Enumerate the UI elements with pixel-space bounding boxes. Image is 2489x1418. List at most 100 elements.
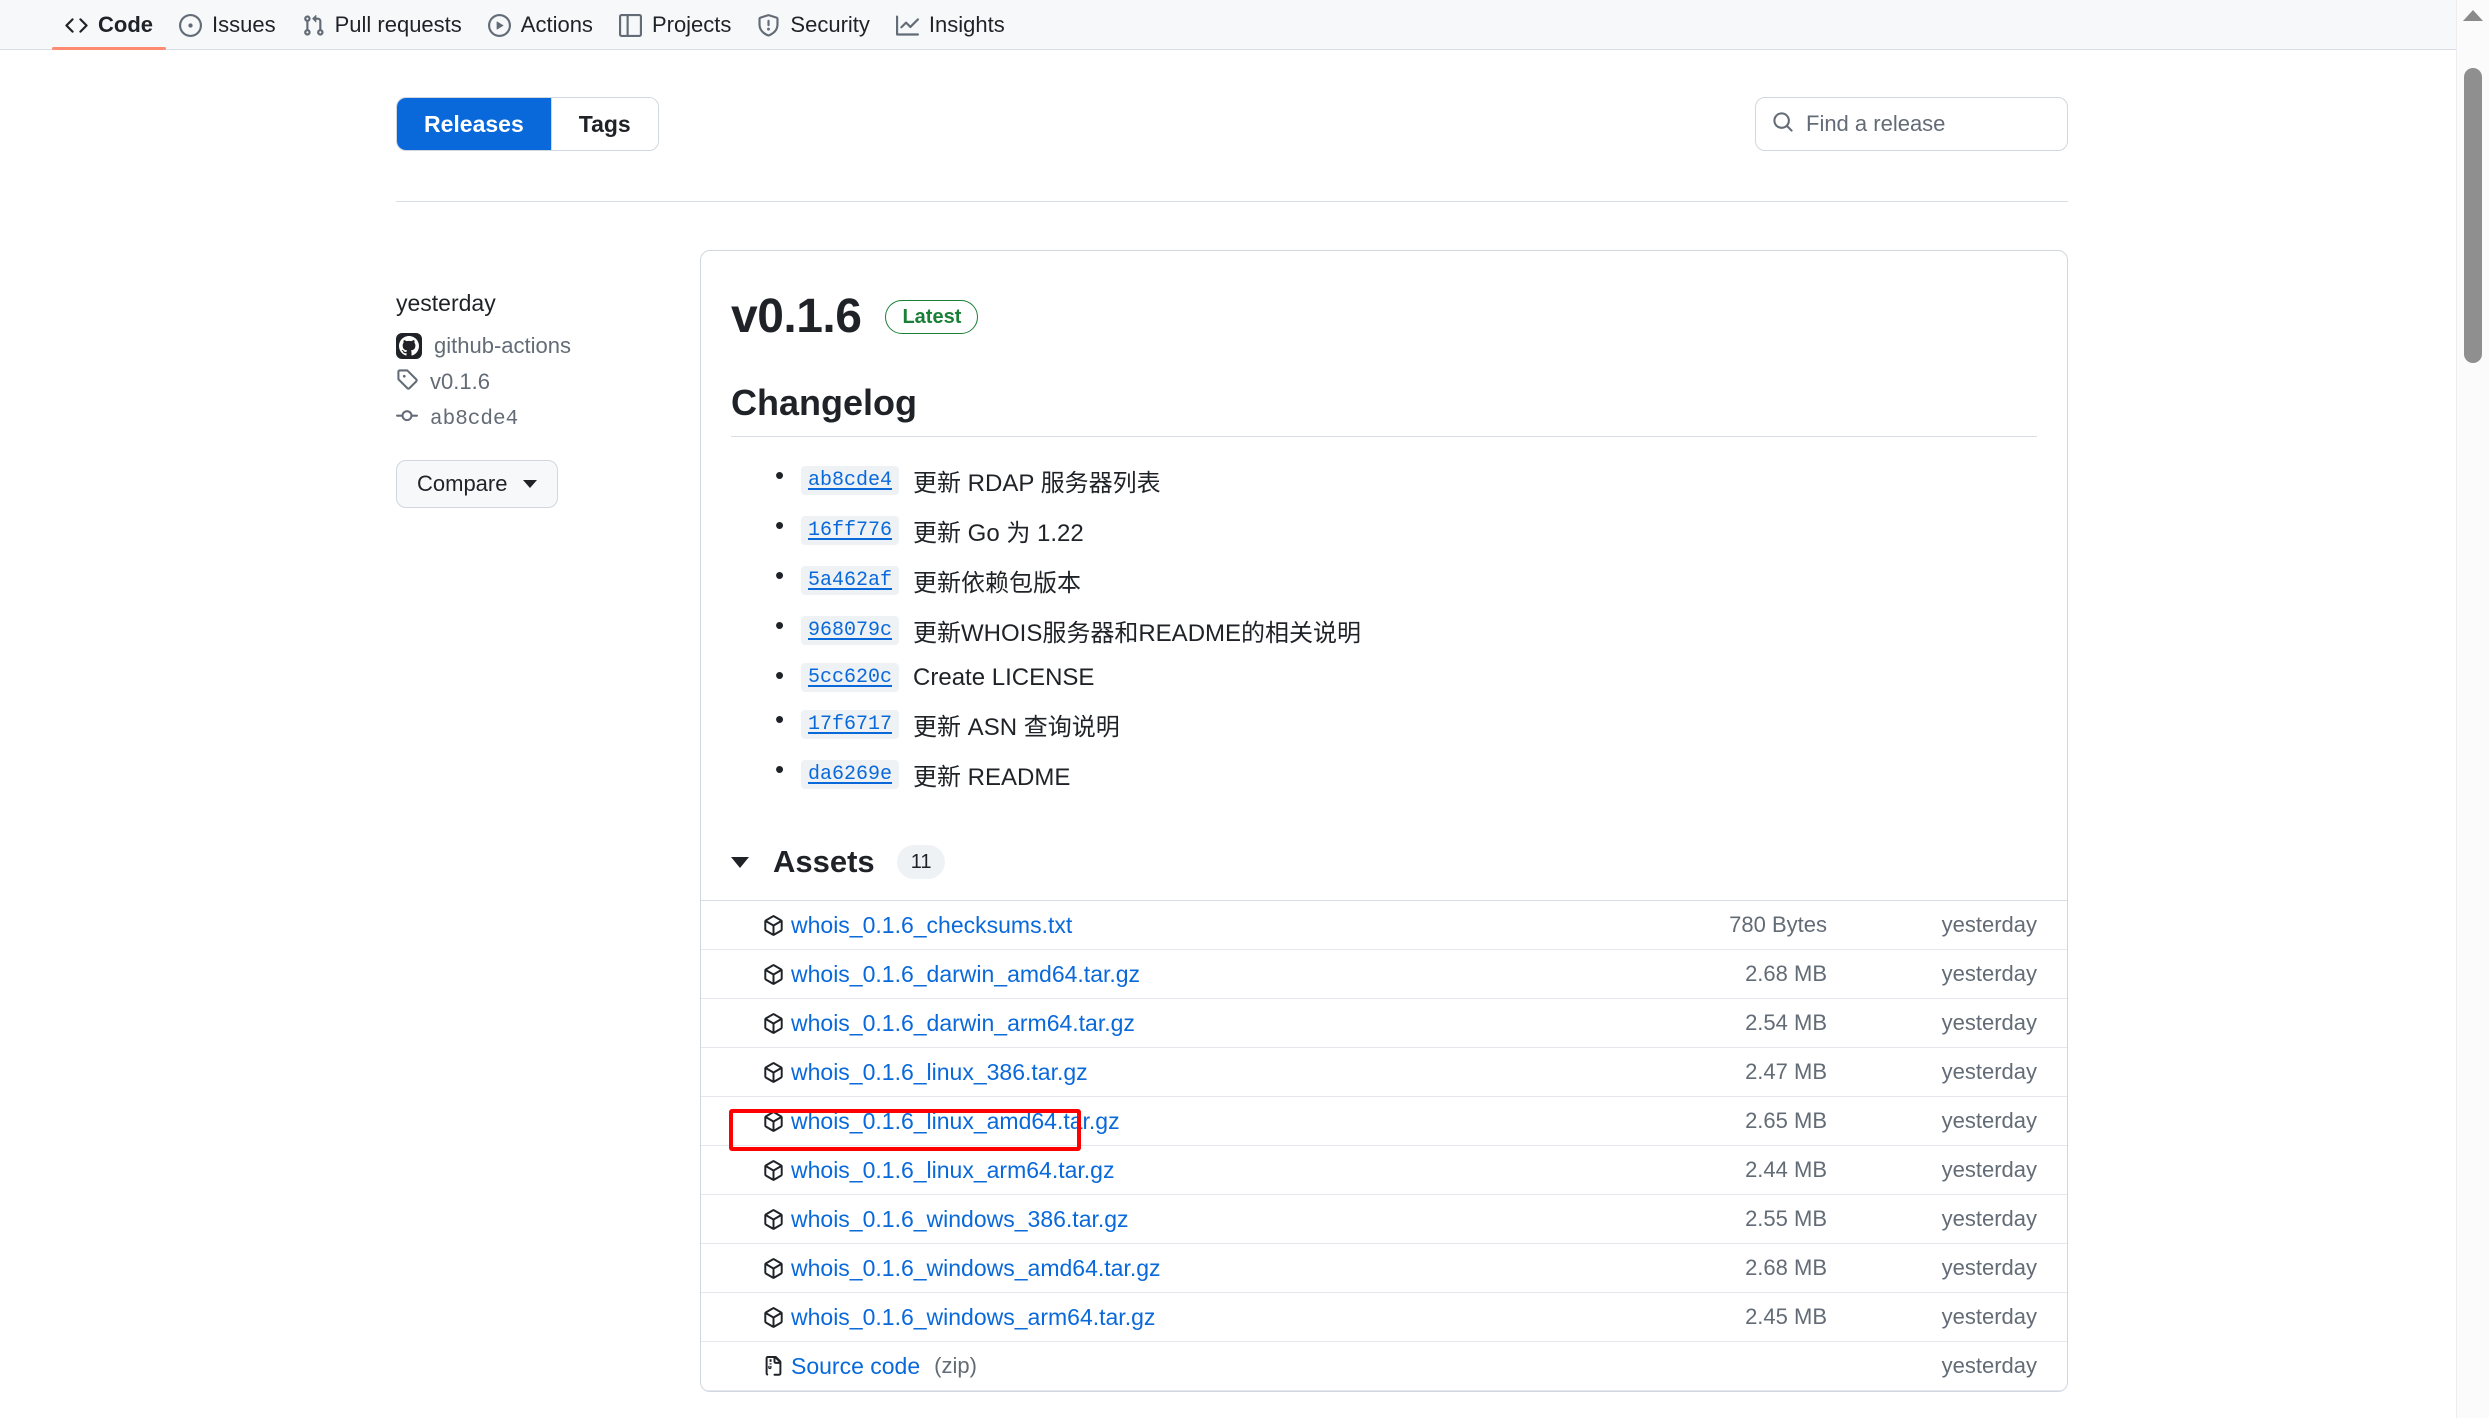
table-row[interactable]: Source code (zip) yesterday (701, 1342, 2067, 1391)
asset-link[interactable]: whois_0.1.6_windows_arm64.tar.gz (791, 1304, 1155, 1331)
page-scrollbar[interactable] (2456, 0, 2489, 1418)
table-row[interactable]: whois_0.1.6_windows_386.tar.gz 2.55 MB y… (701, 1195, 2067, 1244)
code-icon (65, 14, 88, 37)
commit-sha-link[interactable]: 5a462af (801, 566, 900, 595)
search-input[interactable]: Find a release (1806, 111, 1945, 137)
releases-toolbar: Releases Tags Find a release (396, 97, 2068, 151)
release-commit-row[interactable]: ab8cde4 (396, 405, 686, 433)
asset-time: yesterday (1941, 1010, 2037, 1035)
asset-size: 2.65 MB (1745, 1108, 1827, 1133)
release-tag-label[interactable]: v0.1.6 (430, 369, 490, 395)
graph-icon (895, 14, 919, 37)
changelog-heading: Changelog (731, 382, 2037, 437)
tab-tags-label: Tags (578, 110, 631, 137)
asset-time: yesterday (1941, 1108, 2037, 1133)
nav-item-insights[interactable]: Insights (883, 0, 1018, 50)
asset-time: yesterday (1941, 1304, 2037, 1329)
asset-size: 2.44 MB (1745, 1157, 1827, 1182)
collapse-triangle-icon[interactable] (731, 856, 749, 868)
nav-item-projects[interactable]: Projects (606, 0, 744, 50)
github-avatar-icon (396, 333, 422, 359)
nav-item-label: Security (790, 12, 870, 37)
release-tag-row[interactable]: v0.1.6 (396, 368, 686, 396)
commit-sha-link[interactable]: 968079c (801, 616, 900, 645)
scrollbar-thumb[interactable] (2464, 68, 2482, 363)
asset-time: yesterday (1941, 912, 2037, 937)
package-icon (763, 1306, 784, 1328)
package-icon (763, 963, 784, 985)
asset-time: yesterday (1941, 1157, 2037, 1182)
tab-tags[interactable]: Tags (550, 98, 658, 150)
table-row[interactable]: whois_0.1.6_checksums.txt 780 Bytes yest… (701, 901, 2067, 950)
file-zip-icon (763, 1355, 784, 1377)
release-author-row[interactable]: github-actions (396, 333, 686, 359)
tab-releases-label: Releases (424, 110, 524, 137)
search-icon (1772, 111, 1794, 138)
nav-item-security[interactable]: Security (744, 0, 882, 50)
releases-page: Releases Tags Find a release yesterday g… (0, 50, 2456, 1418)
release-author-label[interactable]: github-actions (434, 333, 571, 359)
asset-size: 2.68 MB (1745, 1255, 1827, 1280)
asset-link[interactable]: whois_0.1.6_linux_arm64.tar.gz (791, 1157, 1114, 1184)
release-header: v0.1.6 Latest (731, 289, 2037, 344)
nav-item-label: Issues (212, 12, 276, 37)
asset-size: 2.55 MB (1745, 1206, 1827, 1231)
table-row[interactable]: whois_0.1.6_darwin_amd64.tar.gz 2.68 MB … (701, 950, 2067, 999)
asset-link[interactable]: whois_0.1.6_darwin_amd64.tar.gz (791, 961, 1140, 988)
commit-sha-link[interactable]: 5cc620c (801, 663, 900, 692)
table-row[interactable]: whois_0.1.6_linux_386.tar.gz 2.47 MB yes… (701, 1048, 2067, 1097)
shield-icon (757, 13, 780, 37)
commit-message: 更新 ASN 查询说明 (913, 714, 1120, 741)
changelog-item: 5cc620c Create LICENSE (775, 660, 2037, 692)
compare-button[interactable]: Compare (396, 460, 559, 508)
asset-link[interactable]: whois_0.1.6_windows_386.tar.gz (791, 1206, 1129, 1233)
release-card: v0.1.6 Latest Changelog ab8cde4 更新 RDAP … (700, 250, 2068, 1392)
package-icon (763, 1110, 784, 1132)
nav-item-code[interactable]: Code (52, 0, 166, 50)
commit-message: 更新 RDAP 服务器列表 (913, 470, 1161, 497)
commit-sha-link[interactable]: da6269e (801, 760, 900, 789)
table-row[interactable]: whois_0.1.6_linux_arm64.tar.gz 2.44 MB y… (701, 1146, 2067, 1195)
changelog-item: ab8cde4 更新 RDAP 服务器列表 (775, 460, 2037, 498)
release-commit-label[interactable]: ab8cde4 (430, 408, 518, 431)
commit-sha-link[interactable]: 16ff776 (801, 516, 900, 545)
changelog-item: 968079c 更新WHOIS服务器和README的相关说明 (775, 610, 2037, 648)
changelog-item: da6269e 更新 README (775, 754, 2037, 792)
nav-item-label: Pull requests (334, 12, 462, 37)
scroll-up-arrow-icon[interactable] (2463, 10, 2483, 21)
toolbar-divider (396, 201, 2068, 202)
tab-releases[interactable]: Releases (397, 98, 551, 150)
release-title: v0.1.6 (731, 290, 862, 343)
commit-sha-link[interactable]: ab8cde4 (801, 466, 900, 495)
commit-message: 更新WHOIS服务器和README的相关说明 (913, 620, 1362, 647)
release-search-box[interactable]: Find a release (1755, 97, 2068, 151)
package-icon (763, 1012, 784, 1034)
commit-message: 更新 README (913, 764, 1071, 791)
table-row[interactable]: whois_0.1.6_linux_amd64.tar.gz 2.65 MB y… (701, 1097, 2067, 1146)
asset-link[interactable]: whois_0.1.6_darwin_arm64.tar.gz (791, 1010, 1135, 1037)
package-icon (763, 1061, 784, 1083)
asset-size: 2.47 MB (1745, 1059, 1827, 1084)
commit-sha-link[interactable]: 17f6717 (801, 710, 900, 739)
nav-item-pull-requests[interactable]: Pull requests (289, 0, 475, 50)
latest-badge: Latest (885, 299, 979, 334)
asset-link[interactable]: Source code (791, 1353, 920, 1380)
issue-opened-icon (179, 13, 202, 37)
releases-tags-switch: Releases Tags (396, 97, 659, 151)
asset-time: yesterday (1941, 1353, 2037, 1378)
table-row[interactable]: whois_0.1.6_windows_arm64.tar.gz 2.45 MB… (701, 1293, 2067, 1342)
package-icon (763, 914, 784, 936)
nav-item-issues[interactable]: Issues (166, 0, 289, 50)
asset-time: yesterday (1941, 1206, 2037, 1231)
nav-item-label: Actions (520, 12, 593, 37)
nav-item-actions[interactable]: Actions (475, 0, 606, 50)
commit-message: 更新 Go 为 1.22 (913, 520, 1084, 547)
asset-link[interactable]: whois_0.1.6_linux_amd64.tar.gz (791, 1108, 1120, 1135)
table-row[interactable]: whois_0.1.6_darwin_arm64.tar.gz 2.54 MB … (701, 999, 2067, 1048)
asset-link[interactable]: whois_0.1.6_linux_386.tar.gz (791, 1059, 1088, 1086)
table-row[interactable]: whois_0.1.6_windows_amd64.tar.gz 2.68 MB… (701, 1244, 2067, 1293)
asset-link[interactable]: whois_0.1.6_checksums.txt (791, 912, 1072, 939)
asset-size: 2.68 MB (1745, 961, 1827, 986)
assets-table: whois_0.1.6_checksums.txt 780 Bytes yest… (701, 900, 2067, 1391)
asset-link[interactable]: whois_0.1.6_windows_amd64.tar.gz (791, 1255, 1161, 1282)
